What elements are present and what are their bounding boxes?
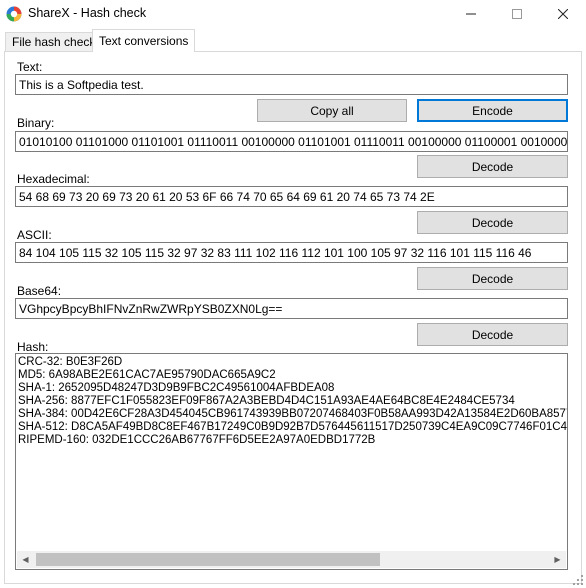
close-button[interactable] [540,0,586,28]
ascii-input-value: 84 104 105 115 32 105 115 32 97 32 83 11… [19,245,532,260]
binary-decode-button[interactable]: Decode [417,155,568,178]
tab-text-conversions[interactable]: Text conversions [92,29,196,52]
tab-label: File hash check [12,35,96,49]
base64-input-value: VGhpcyBpcyBhIFNvZnRwZWRpYSB0ZXN0Lg== [19,301,283,316]
sharex-logo-icon [6,6,22,22]
resize-grip-icon[interactable] [572,574,584,586]
base64-input[interactable]: VGhpcyBpcyBhIFNvZnRwZWRpYSB0ZXN0Lg== [15,298,568,319]
base64-label: Base64: [17,284,62,298]
ascii-decode-button[interactable]: Decode [417,267,568,290]
hash-line-sha384: SHA-384: 00D42E6CF28A3D454045CB961743939… [18,408,568,420]
decode-label: Decode [471,327,514,342]
hash-label: Hash: [17,340,49,354]
decode-label: Decode [471,215,514,230]
copy-all-button[interactable]: Copy all [257,99,407,122]
tab-label: Text conversions [99,34,189,48]
text-label: Text: [17,60,43,74]
hash-line-ripemd160: RIPEMD-160: 032DE1CCC26AB67767FF6D5EE2A9… [18,434,376,446]
encode-label: Encode [472,103,513,118]
hash-lines: CRC-32: B0E3F26D MD5: 6A98ABE2E61CAC7AE9… [18,356,568,447]
binary-input-value: 01010100 01101000 01101001 01110011 0010… [19,134,568,149]
hash-output-textarea[interactable]: CRC-32: B0E3F26D MD5: 6A98ABE2E61CAC7AE9… [15,353,568,570]
binary-input[interactable]: 01010100 01101000 01101001 01110011 0010… [15,131,568,152]
hash-line-sha1: SHA-1: 2652095D48247D3D9B9FBC2C49561004A… [18,382,335,394]
ascii-label: ASCII: [17,228,52,242]
scroll-left-icon[interactable]: ◀ [17,551,34,568]
binary-label: Binary: [17,116,55,130]
copy-all-label: Copy all [310,103,354,118]
text-input-value: This is a Softpedia test. [19,77,144,92]
text-input[interactable]: This is a Softpedia test. [15,74,568,95]
maximize-button[interactable] [494,0,540,28]
encode-button[interactable]: Encode [417,99,568,122]
horizontal-scrollbar[interactable]: ◀ ▶ [17,551,566,568]
maximize-icon [512,9,522,19]
hexadecimal-decode-button[interactable]: Decode [417,211,568,234]
title-bar[interactable]: ShareX - Hash check [0,0,586,28]
base64-decode-button[interactable]: Decode [417,323,568,346]
scrollbar-thumb[interactable] [36,553,380,566]
hash-line-md5: MD5: 6A98ABE2E61CAC7AE95790DAC665A9C2 [18,369,276,381]
decode-label: Decode [471,159,514,174]
hexadecimal-input[interactable]: 54 68 69 73 20 69 73 20 61 20 53 6F 66 7… [15,186,568,207]
close-icon [558,9,568,19]
hash-line-sha256: SHA-256: 8877EFC1F055823EF09F867A2A3BEBD… [18,395,515,407]
hash-line-crc32: CRC-32: B0E3F26D [18,356,123,368]
window-title: ShareX - Hash check [28,6,147,20]
tab-file-hash-check[interactable]: File hash check [5,32,103,51]
decode-label: Decode [471,271,514,286]
scroll-right-icon[interactable]: ▶ [549,551,566,568]
hexadecimal-input-value: 54 68 69 73 20 69 73 20 61 20 53 6F 66 7… [19,189,435,204]
hexadecimal-label: Hexadecimal: [17,172,90,186]
ascii-input[interactable]: 84 104 105 115 32 105 115 32 97 32 83 11… [15,242,568,263]
hash-line-sha512: SHA-512: D8CA5AF49BD8C8EF467B17249C0B9D9… [18,421,568,433]
minimize-icon [466,13,476,15]
minimize-button[interactable] [448,0,494,28]
